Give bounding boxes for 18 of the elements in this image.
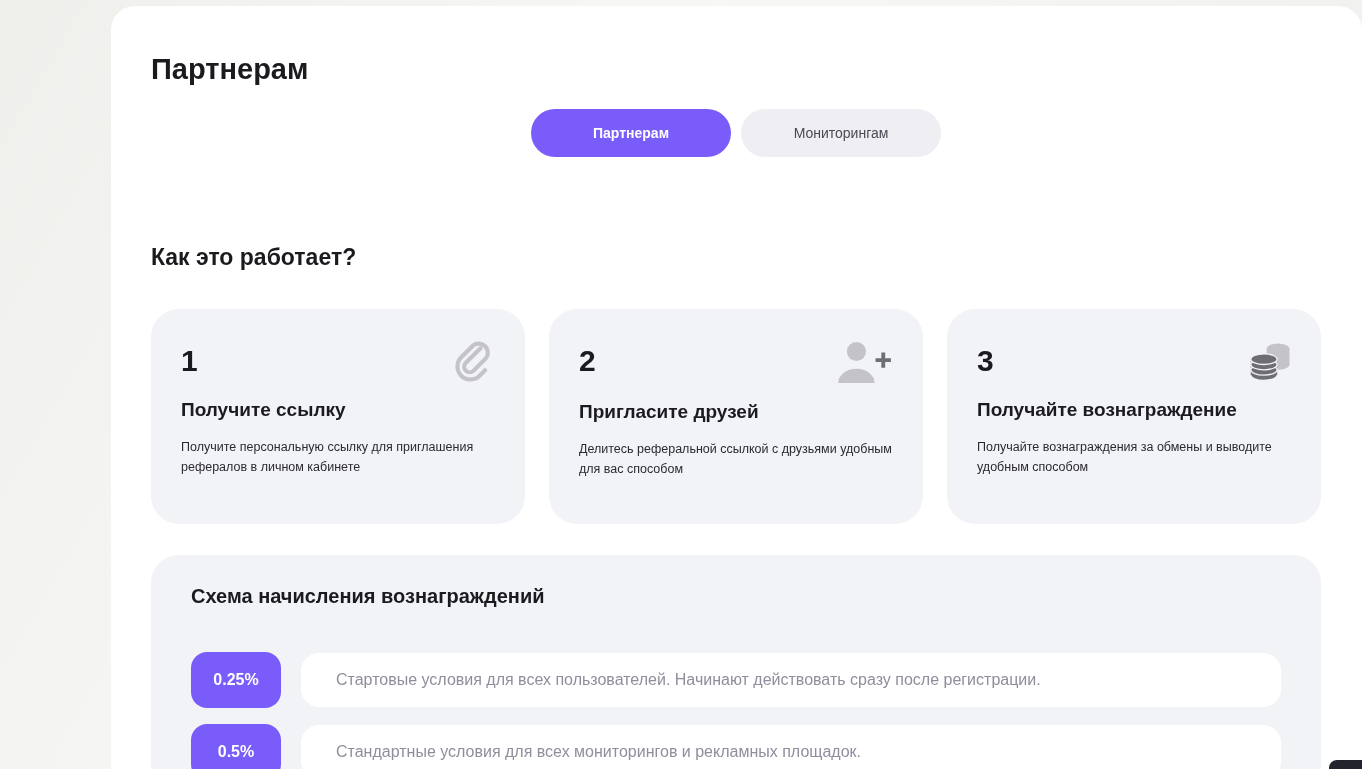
section-title: Как это работает?	[151, 244, 358, 271]
tab[interactable]: Мониторингам	[741, 109, 941, 157]
rate-badge: 0.5%	[191, 724, 281, 769]
step-description: Получите персональную ссылку для приглашения рефералов в личном кабинете	[181, 439, 475, 476]
step-title: Пригласите друзей	[579, 401, 760, 423]
page-title: Партнерам	[151, 52, 310, 86]
rate-badge: 0.25%	[191, 652, 281, 708]
rate-description: Стандартные условия для всех мониторингов и рекламных площадок.	[301, 725, 1281, 769]
step-description: Получайте вознаграждения за обмены и выводите удобным способом	[977, 439, 1273, 476]
step-number: 2	[579, 344, 596, 378]
step-title: Получите ссылку	[181, 399, 347, 421]
tab[interactable]: Партнерам	[531, 109, 731, 157]
rate-description: Стартовые условия для всех пользователей. Начинают действовать сразу после регистрации.	[301, 653, 1281, 707]
step-description: Делитесь реферальной ссылкой с друзьями удобным для вас способом	[579, 441, 893, 478]
step-number: 3	[977, 344, 994, 378]
step-number: 1	[181, 344, 198, 378]
scheme-title: Схема начисления вознаграждений	[191, 585, 546, 608]
step-title: Получайте вознаграждение	[977, 399, 1238, 421]
